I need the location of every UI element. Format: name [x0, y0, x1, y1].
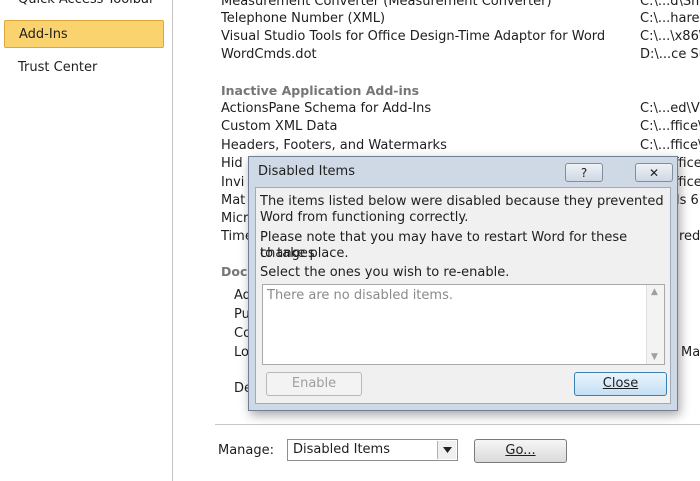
nav-item-quick-access-toolbar[interactable]: Quick Access Toolbar [4, 0, 164, 14]
manage-dropdown-value: Disabled Items [293, 442, 390, 457]
addin-name: Headers, Footers, and Watermarks [221, 138, 447, 153]
list-item[interactable]: Visual Studio Tools for Office Design-Ti… [221, 28, 700, 46]
list-item[interactable]: Telephone Number (XML) C:\...hared [221, 10, 700, 28]
addin-location: red [679, 229, 700, 244]
list-item[interactable]: Custom XML Data C:\...ffice\ [221, 118, 700, 136]
dialog-message: Word from functioning correctly. [260, 210, 469, 225]
manage-dropdown[interactable]: Disabled Items [287, 439, 458, 461]
scroll-up-icon[interactable]: ▲ [651, 287, 658, 297]
addin-name: Invi [221, 175, 245, 190]
addin-name: Custom XML Data [221, 119, 338, 134]
dialog-message: to take place. [260, 246, 349, 261]
detail-label: Lo [234, 345, 249, 360]
dialog-body: The items listed below were disabled bec… [255, 187, 671, 404]
scroll-down-icon[interactable]: ▼ [651, 352, 658, 362]
addin-name: ActionsPane Schema for Add-Ins [221, 101, 432, 116]
detail-value: Ma [681, 345, 700, 360]
addin-location: C:\...ffice\ [640, 119, 700, 134]
addin-name: Telephone Number (XML) [221, 11, 386, 26]
close-button-label: Close [602, 376, 639, 391]
close-window-button[interactable]: ✕ [635, 163, 673, 182]
close-button[interactable]: Close [574, 372, 667, 396]
disabled-items-list[interactable]: There are no disabled items. ▲ ▼ [262, 284, 665, 365]
addin-name: Visual Studio Tools for Office Design-Ti… [221, 29, 606, 44]
empty-list-text: There are no disabled items. [267, 288, 453, 303]
nav-item-trust-center[interactable]: Trust Center [4, 54, 164, 82]
manage-divider [215, 424, 700, 425]
addin-name: WordCmds.dot [221, 47, 317, 62]
dialog-instruction: Select the ones you wish to re-enable. [260, 265, 510, 280]
addin-location: D:\...ce Su [640, 47, 700, 62]
help-icon: ? [580, 165, 588, 180]
addin-name: Mat [221, 193, 246, 208]
addin-name: Measurement Converter (Measurement Conve… [221, 0, 552, 9]
addin-location: C:\...\x86\ [640, 29, 700, 44]
manage-label: Manage: [218, 443, 275, 458]
addin-location: C:\...hared [640, 11, 700, 26]
list-item[interactable]: Headers, Footers, and Watermarks C:\...ff… [221, 137, 700, 155]
addin-name: Micr [221, 211, 249, 226]
help-button[interactable]: ? [565, 163, 603, 182]
options-nav: Quick Access Toolbar Add-Ins Trust Cente… [0, 0, 173, 481]
close-icon: ✕ [648, 165, 660, 180]
go-button-label: Go... [505, 443, 536, 458]
inactive-addins-header: Inactive Application Add-ins [221, 83, 420, 98]
dialog-title: Disabled Items [258, 164, 355, 179]
addin-location: C:\...ffice\ [640, 138, 700, 153]
go-button[interactable]: Go... [474, 439, 567, 463]
enable-button[interactable]: Enable [266, 372, 362, 396]
document-addins-header: Doc [221, 264, 248, 279]
chevron-down-icon[interactable] [437, 441, 456, 459]
disabled-items-dialog: Disabled Items ? ✕ The items listed belo… [248, 156, 678, 411]
nav-item-add-ins[interactable]: Add-Ins [4, 20, 164, 48]
addin-location: C:\...ed\V [640, 101, 700, 116]
vertical-scrollbar[interactable]: ▲ ▼ [646, 285, 664, 364]
addin-location: ls 6 [676, 193, 699, 208]
list-item[interactable]: WordCmds.dot D:\...ce Su [221, 46, 700, 64]
dialog-message: The items listed below were disabled bec… [260, 194, 664, 209]
addin-name: Hid [221, 156, 243, 171]
list-item[interactable]: ActionsPane Schema for Add-Ins C:\...ed\V [221, 100, 700, 118]
